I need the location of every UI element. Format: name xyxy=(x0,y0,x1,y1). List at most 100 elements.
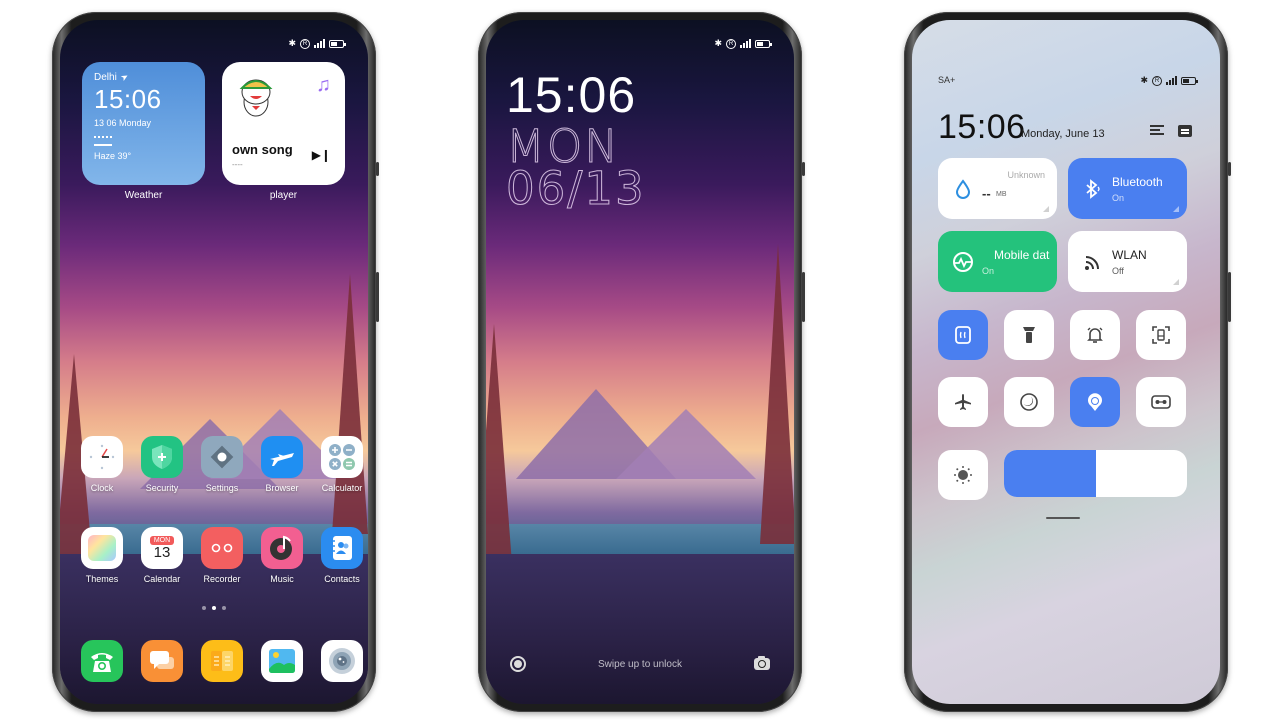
app-clock[interactable]: Clock xyxy=(74,436,130,493)
bluetooth-tile[interactable]: Bluetooth On xyxy=(1068,158,1187,219)
page-dot[interactable] xyxy=(202,606,206,610)
phone-lock-screen: ✱ R 15:06 MON 06/13 Swipe up to unlock xyxy=(478,12,805,712)
location-toggle[interactable] xyxy=(1070,377,1120,427)
airplane-mode-toggle[interactable] xyxy=(938,377,988,427)
registered-icon: R xyxy=(1152,75,1162,86)
app-browser[interactable]: Browser xyxy=(254,436,310,493)
dock-notes[interactable] xyxy=(194,640,250,682)
swipe-to-unlock-hint[interactable]: Swipe up to unlock xyxy=(598,659,682,670)
drag-handle[interactable] xyxy=(1046,517,1080,519)
page-dot-active[interactable] xyxy=(212,606,216,610)
app-security[interactable]: Security xyxy=(134,436,190,493)
data-usage-unit: MB xyxy=(996,191,1007,198)
flashlight-toggle[interactable] xyxy=(1004,310,1054,360)
screenshot-toggle[interactable] xyxy=(1136,310,1186,360)
app-contacts[interactable]: Contacts xyxy=(314,527,368,584)
recorder-icon xyxy=(201,527,243,569)
plane-icon xyxy=(261,436,303,478)
app-calculator[interactable]: Calculator xyxy=(314,436,368,493)
assistant-shortcut-icon[interactable] xyxy=(510,656,526,672)
player-widget-label: player xyxy=(269,190,298,201)
bell-icon xyxy=(1087,327,1103,343)
registered-icon: R xyxy=(726,38,736,49)
lock-screen: ✱ R 15:06 MON 06/13 Swipe up to unlock xyxy=(486,20,794,704)
data-usage-value: -- xyxy=(982,186,991,201)
brightness-slider[interactable] xyxy=(1004,450,1187,497)
notifications-shade-icon[interactable] xyxy=(1178,125,1192,137)
bluetooth-icon xyxy=(1082,178,1104,200)
flashlight-icon xyxy=(1023,327,1035,343)
registered-icon: R xyxy=(300,38,310,49)
app-label: Clock xyxy=(90,483,114,493)
dock-phone[interactable] xyxy=(74,640,130,682)
app-label: Settings xyxy=(205,483,239,493)
app-music[interactable]: Music xyxy=(254,527,310,584)
app-row-2: Themes MON 13 Calendar Recorder Music Co… xyxy=(74,527,368,584)
brightness-slider-fill xyxy=(1004,450,1096,497)
reading-mode-toggle[interactable] xyxy=(1136,377,1186,427)
dock-messages[interactable] xyxy=(134,640,190,682)
app-label: Contacts xyxy=(324,574,360,584)
weather-widget[interactable]: Delhi ➤ 15:06 13 06 Monday Haze 39° xyxy=(82,62,205,185)
battery-icon xyxy=(1181,76,1198,85)
weather-widget-label: Weather xyxy=(124,190,163,201)
mascot-icon xyxy=(239,79,273,117)
wlan-title: WLAN xyxy=(1112,248,1147,262)
moon-icon xyxy=(1020,393,1038,411)
weather-city: Delhi xyxy=(94,72,117,83)
app-settings[interactable]: Settings xyxy=(194,436,250,493)
battery-icon xyxy=(755,39,772,48)
screenshot-icon xyxy=(1152,326,1170,344)
dark-mode-toggle[interactable] xyxy=(1004,377,1054,427)
wlan-tile[interactable]: WLAN Off xyxy=(1068,231,1187,292)
wifi-icon xyxy=(1082,251,1104,273)
bluetooth-icon: ✱ xyxy=(288,38,296,48)
edit-tiles-icon[interactable] xyxy=(1150,125,1164,137)
notification-sound-toggle[interactable] xyxy=(1070,310,1120,360)
signal-icon xyxy=(740,39,751,48)
page-indicator[interactable] xyxy=(60,606,368,610)
bluetooth-icon: ✱ xyxy=(1140,75,1148,85)
app-themes[interactable]: Themes xyxy=(74,527,130,584)
mobile-data-tile[interactable]: Mobile data On xyxy=(938,231,1057,292)
notes-icon xyxy=(201,640,243,682)
gallery-icon xyxy=(261,640,303,682)
vr-icon xyxy=(1151,395,1171,409)
dock xyxy=(74,640,368,682)
music-icon xyxy=(261,527,303,569)
app-row-1: Clock Security Settings Browser Calculat… xyxy=(74,436,368,493)
brightness-icon xyxy=(954,466,972,484)
camera-lens-icon xyxy=(321,640,363,682)
dock-gallery[interactable] xyxy=(254,640,310,682)
song-title: own song xyxy=(232,142,293,157)
weather-date: 13 06 Monday xyxy=(94,118,152,128)
app-label: Music xyxy=(270,574,294,584)
app-label: Browser xyxy=(265,483,299,493)
auto-brightness-button[interactable] xyxy=(938,450,988,500)
play-next-button[interactable]: ▶❙ xyxy=(312,148,331,162)
signal-icon xyxy=(314,39,325,48)
lock-time: 15:06 xyxy=(506,67,637,123)
messages-icon xyxy=(141,640,183,682)
wlan-status: Off xyxy=(1112,266,1124,276)
mobile-data-title: Mobile data xyxy=(994,248,1050,262)
data-usage-tile[interactable]: Unknown -- MB xyxy=(938,158,1057,219)
vibrate-toggle[interactable] xyxy=(938,310,988,360)
bluetooth-icon: ✱ xyxy=(714,38,722,48)
app-recorder[interactable]: Recorder xyxy=(194,527,250,584)
song-artist: ---- xyxy=(232,160,243,169)
page-dot[interactable] xyxy=(222,606,226,610)
camera-shortcut-icon[interactable] xyxy=(753,656,770,670)
clock-icon xyxy=(81,436,123,478)
settings-icon xyxy=(201,436,243,478)
themes-icon xyxy=(81,527,123,569)
app-label: Calendar xyxy=(143,574,181,584)
app-label: Security xyxy=(145,483,179,493)
carrier-name: SA+ xyxy=(938,75,956,85)
dock-camera[interactable] xyxy=(314,640,368,682)
location-icon xyxy=(1088,393,1102,411)
app-calendar[interactable]: MON 13 Calendar xyxy=(134,527,190,584)
mobile-data-icon xyxy=(952,251,974,273)
player-widget[interactable]: ♫ own song ---- ▶❙ xyxy=(222,62,345,185)
data-plan-label: Unknown xyxy=(1007,170,1045,180)
